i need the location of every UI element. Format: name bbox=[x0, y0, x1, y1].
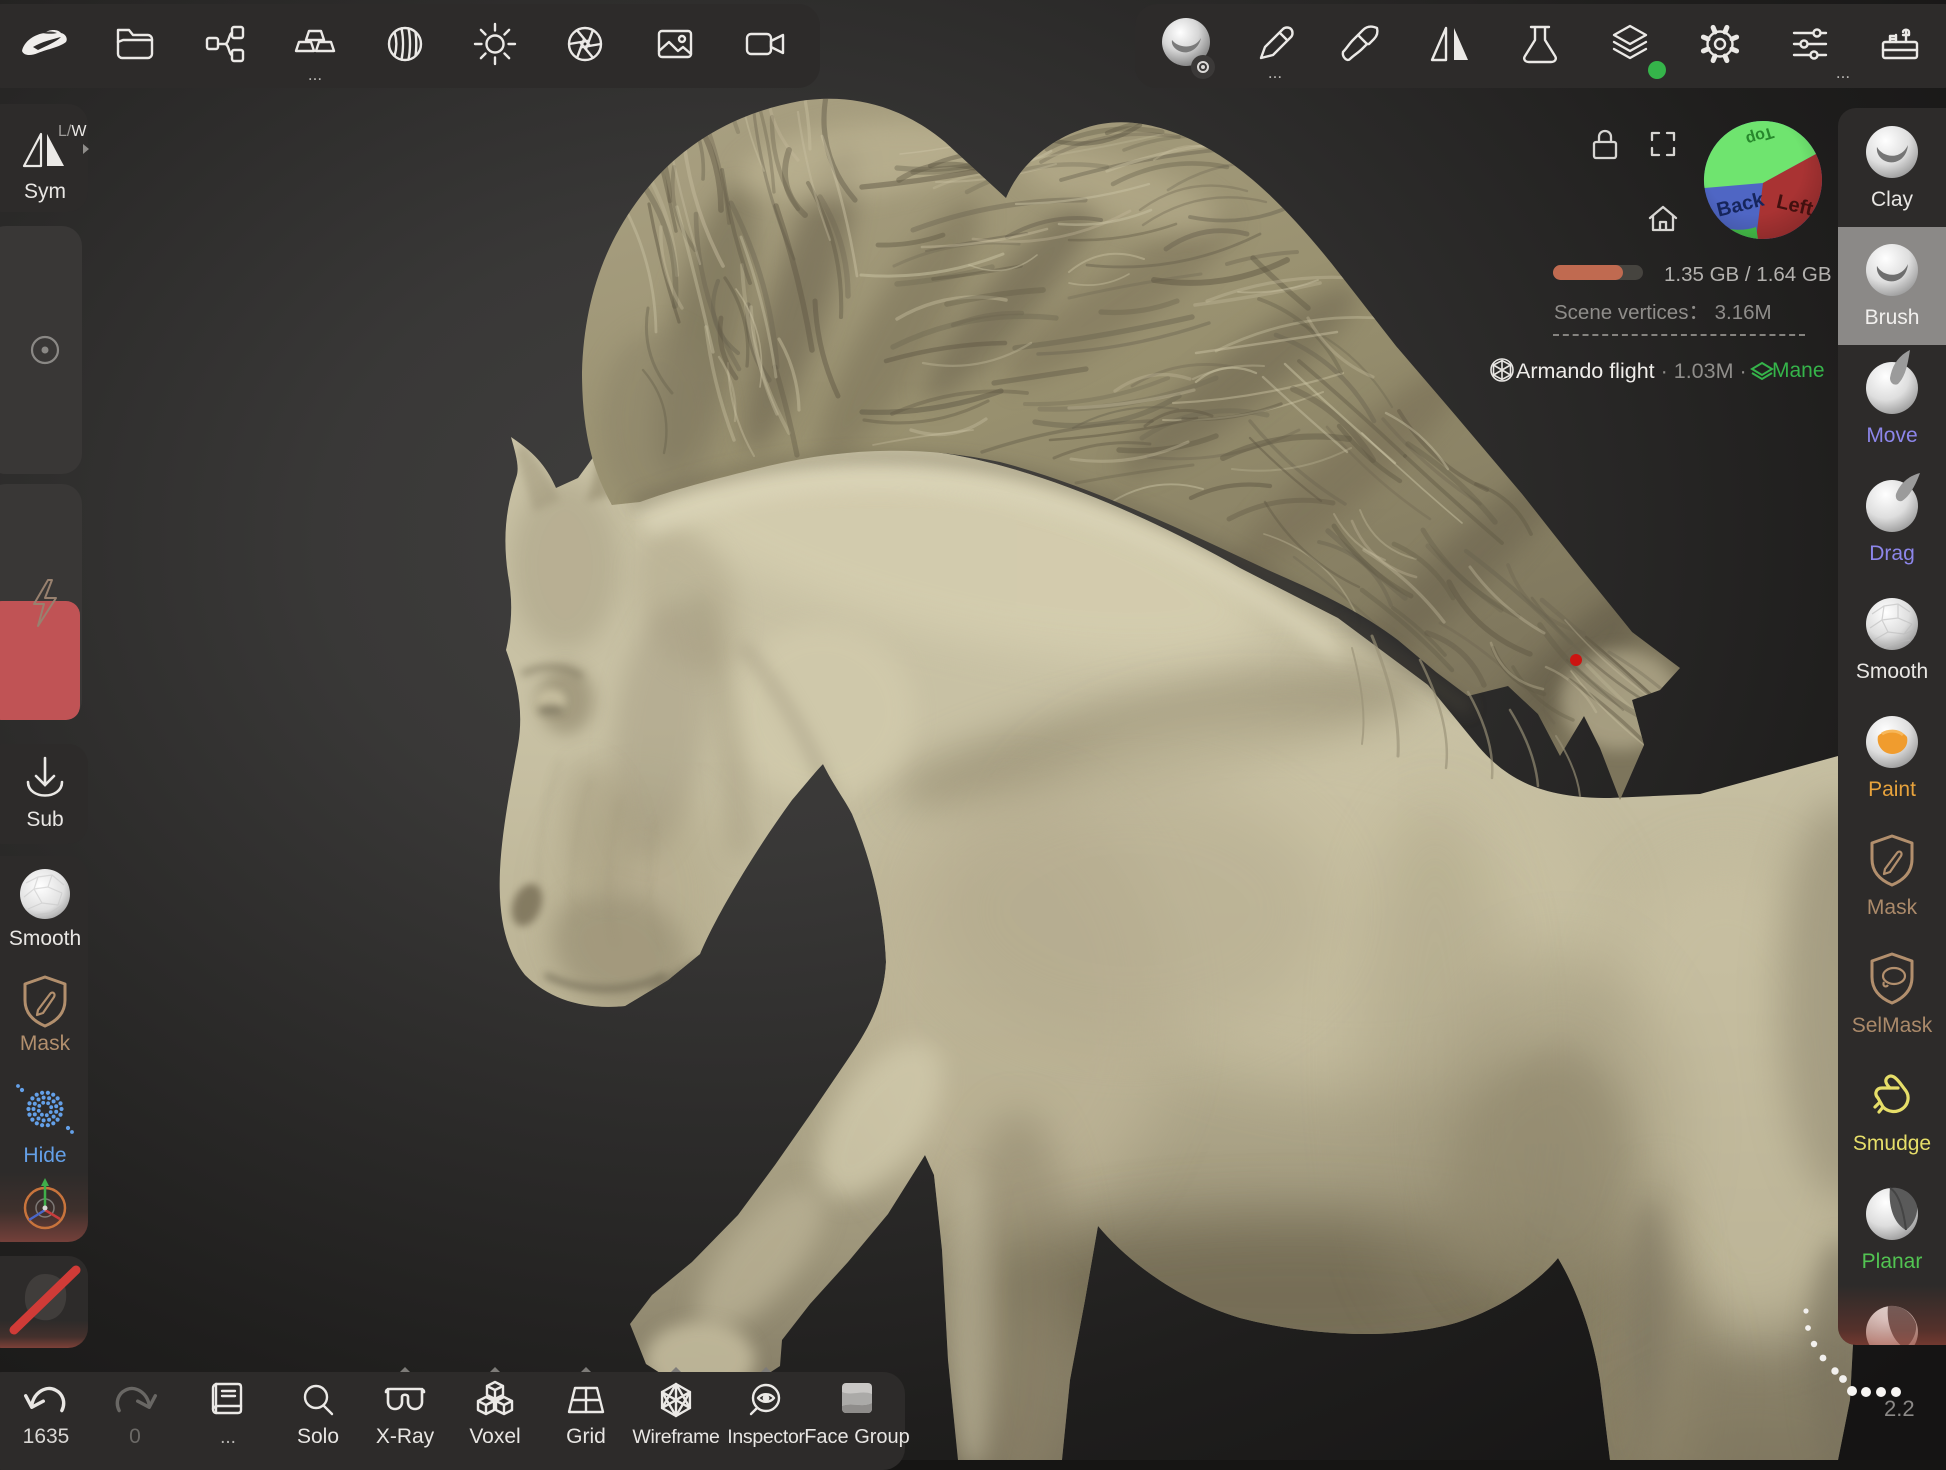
svg-text:1635: 1635 bbox=[23, 1425, 70, 1448]
svg-text:Brush: Brush bbox=[1865, 306, 1920, 329]
svg-text:...: ... bbox=[308, 65, 322, 84]
svg-text:Inspector: Inspector bbox=[727, 1426, 805, 1448]
svg-text:Mask: Mask bbox=[1867, 896, 1918, 919]
svg-text:...: ... bbox=[1836, 63, 1850, 82]
svg-text:Solo: Solo bbox=[297, 1425, 339, 1448]
svg-text:SelMask: SelMask bbox=[1852, 1014, 1933, 1037]
svg-text:Drag: Drag bbox=[1869, 542, 1915, 565]
svg-text:Move: Move bbox=[1866, 424, 1917, 447]
svg-text:Clay: Clay bbox=[1871, 188, 1914, 211]
svg-text:Smudge: Smudge bbox=[1853, 1132, 1931, 1155]
svg-text:...: ... bbox=[220, 1427, 236, 1448]
svg-text:Paint: Paint bbox=[1868, 778, 1916, 801]
svg-text:L/W: L/W bbox=[58, 123, 87, 140]
svg-text:Wireframe: Wireframe bbox=[632, 1426, 719, 1448]
svg-text:Grid: Grid bbox=[566, 1425, 606, 1448]
svg-text:X-Ray: X-Ray bbox=[376, 1425, 435, 1448]
svg-text:Voxel: Voxel bbox=[469, 1425, 520, 1448]
svg-text:0: 0 bbox=[129, 1425, 141, 1448]
svg-text:Smooth: Smooth bbox=[1856, 660, 1928, 683]
svg-text:...: ... bbox=[1268, 63, 1282, 82]
svg-text:Face Group: Face Group bbox=[804, 1426, 910, 1448]
